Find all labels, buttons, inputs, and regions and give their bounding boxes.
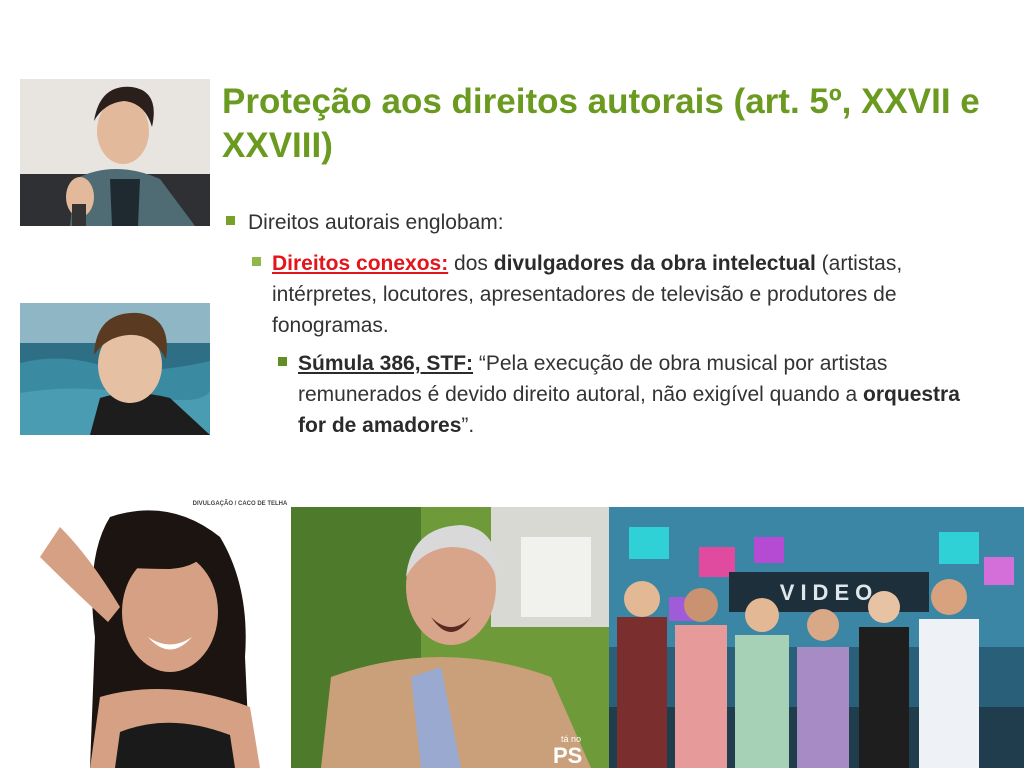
bullet-level1-text: Direitos autorais englobam:	[248, 211, 504, 234]
bullet-marker-level1	[226, 216, 235, 225]
bullet-level2-bold: divulgadores da obra intelectual	[493, 252, 816, 275]
photo-tv-studio-group: VIDEO	[609, 507, 1024, 768]
bullet-level2-text-a: dos	[448, 252, 494, 275]
bullet-marker-level3	[278, 357, 287, 366]
photo-young-man-pointing	[20, 79, 210, 226]
bullet-level3-text-b: ”.	[461, 414, 475, 437]
slide-title: Proteção aos direitos autorais (art. 5º,…	[222, 82, 980, 165]
bullet-level1: Direitos autorais englobam:	[248, 207, 988, 238]
photo-young-man-sea	[20, 303, 210, 435]
bullet-level3: Súmula 386, STF: “Pela execução de obra …	[298, 348, 988, 441]
bullet-level2-lead: Direitos conexos:	[272, 252, 449, 275]
studio-sign: VIDEO	[780, 580, 878, 605]
bullet-level2: Direitos conexos: dos divulgadores da ob…	[272, 248, 992, 341]
tv-logo: PS	[553, 743, 582, 768]
bullet-marker-level2	[252, 257, 261, 266]
bullet-level3-lead: Súmula 386, STF:	[298, 352, 474, 375]
photo-credit: DIVULGAÇÃO / CACO DE TELHA	[193, 500, 288, 507]
photo-older-man-laughing: tá no PS	[291, 507, 609, 768]
photo-woman-smiling: DIVULGAÇÃO / CACO DE TELHA	[0, 497, 291, 768]
